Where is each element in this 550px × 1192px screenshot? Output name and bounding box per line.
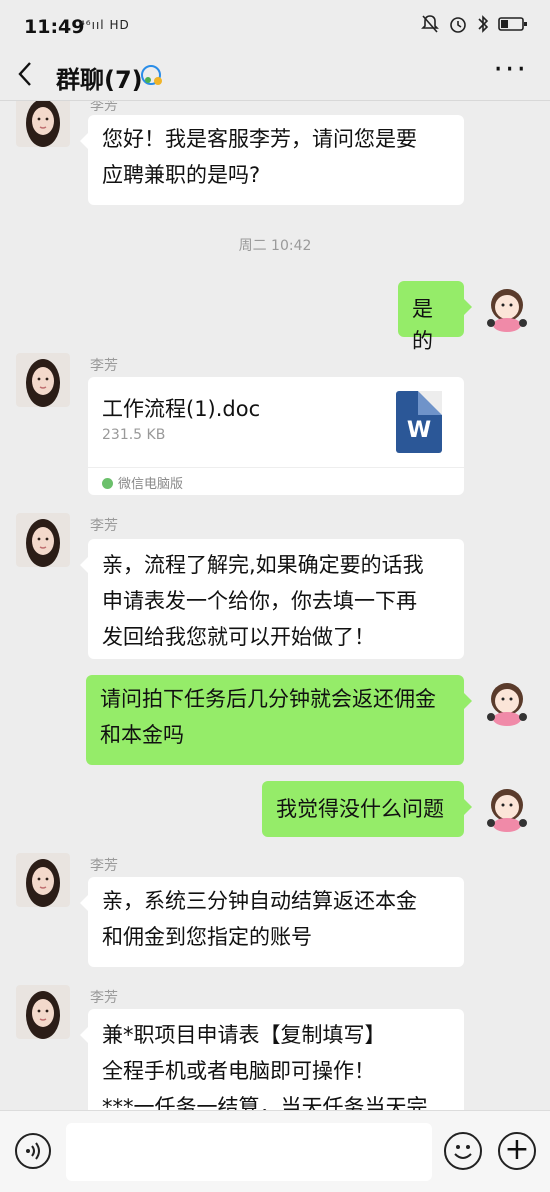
file-name: 工作流程(1).doc [102,397,261,421]
message-line: 兼*职项目申请表【复制填写】 [102,1023,386,1047]
avatar[interactable] [16,101,70,147]
more-icon[interactable]: ··· [493,52,528,87]
message-bubble[interactable]: 亲，系统三分钟自动结算返还本金 和佣金到您指定的账号 [80,877,464,967]
mute-bell-icon [421,15,439,33]
file-size: 231.5 KB [102,427,166,443]
message-bubble[interactable]: 您好！我是客服李芳，请问您是要 应聘兼职的是吗? [80,115,464,205]
message-text: 是的 [412,297,433,353]
message-line: ***一任务一结算，当天任务当天完 [102,1095,428,1110]
back-arrow-icon[interactable] [16,60,34,95]
sender-name: 李芳 [90,101,118,114]
alarm-icon [450,17,466,33]
avatar[interactable] [16,353,70,407]
voice-icon[interactable] [15,1133,51,1169]
file-source: 微信电脑版 [118,477,184,492]
message-line: 亲，系统三分钟自动结算返还本金 [102,889,417,913]
wechat-pc-icon [102,478,113,489]
bluetooth-icon [478,15,489,33]
message-line: 您好！我是客服李芳，请问您是要 [102,127,417,151]
group-chat-icon [140,64,164,92]
composer-bar: + [0,1110,550,1192]
file-divider [88,467,464,468]
emoji-icon[interactable] [444,1132,482,1170]
sender-name: 李芳 [90,518,118,534]
my-message-bubble[interactable]: 请问拍下任务后几分钟就会返还佣金 和本金吗 [86,675,472,765]
message-line: 发回给我您就可以开始做了！ [102,625,375,649]
word-file-icon: W [396,391,442,453]
avatar[interactable] [16,985,70,1039]
chat-header: 群聊(7) ··· [0,52,550,101]
status-bar: 11:49 ⁴⁶ııl HD [0,0,550,52]
my-message-bubble[interactable]: 是的 [398,281,472,353]
file-message[interactable]: 工作流程(1).doc 231.5 KB W 微信电脑版 [88,377,464,495]
message-line: 请问拍下任务后几分钟就会返还佣金 [100,687,436,711]
sender-name: 李芳 [90,990,118,1006]
message-line: 和佣金到您指定的账号 [102,925,312,949]
message-line: 和本金吗 [100,723,184,747]
my-avatar[interactable] [480,781,534,835]
sender-name: 李芳 [90,858,118,874]
my-avatar[interactable] [480,281,534,335]
message-line: 亲，流程了解完,如果确定要的话我 [102,553,424,577]
sender-name: 李芳 [90,358,118,374]
message-text: 我觉得没什么问题 [276,797,444,821]
status-time: 11:49 [24,16,85,38]
signal-indicator: ⁴⁶ııl HD [80,18,130,32]
message-line: 应聘兼职的是吗? [102,163,261,187]
plus-icon[interactable]: + [498,1132,536,1170]
avatar[interactable] [16,513,70,567]
avatar[interactable] [16,853,70,907]
message-input[interactable] [66,1123,432,1181]
message-list: 李芳 您好！我是客服李芳，请问您是要 应聘兼职的是吗? 周二 10:42 是的 … [0,101,550,1110]
chat-title: 群聊(7) [56,66,143,94]
message-bubble[interactable]: 亲，流程了解完,如果确定要的话我 申请表发一个给你，你去填一下再 发回给我您就可… [80,539,464,659]
status-icons [421,14,528,34]
my-message-bubble[interactable]: 我觉得没什么问题 [262,781,472,837]
message-line: 申请表发一个给你，你去填一下再 [102,589,417,613]
time-separator: 周二 10:42 [238,238,312,254]
message-line: 全程手机或者电脑即可操作！ [102,1059,375,1083]
my-avatar[interactable] [480,675,534,729]
battery-icon [498,17,527,31]
message-bubble[interactable]: 兼*职项目申请表【复制填写】 全程手机或者电脑即可操作！ ***一任务一结算，当… [80,1009,464,1110]
